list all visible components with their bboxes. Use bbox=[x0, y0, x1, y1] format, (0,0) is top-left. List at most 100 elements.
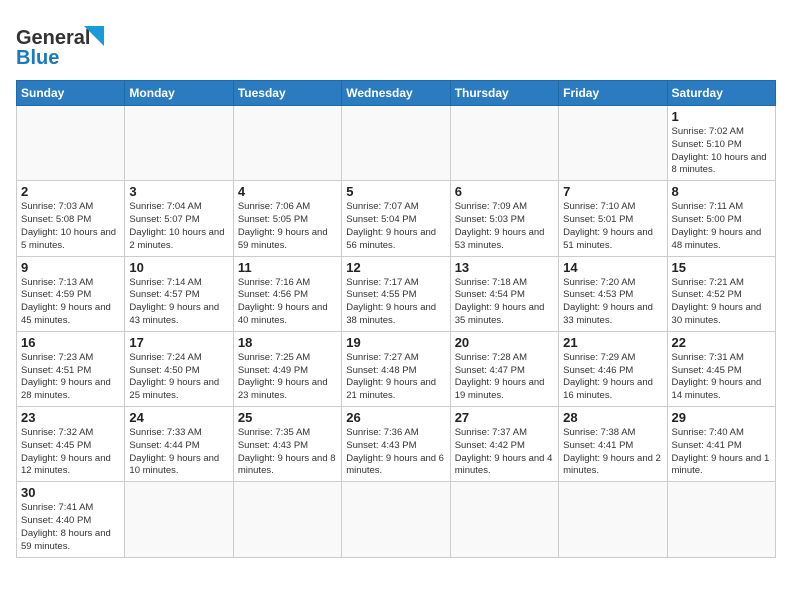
day-number: 15 bbox=[672, 260, 771, 275]
day-number: 25 bbox=[238, 410, 337, 425]
day-info: Sunrise: 7:20 AM Sunset: 4:53 PM Dayligh… bbox=[563, 277, 662, 328]
day-info: Sunrise: 7:17 AM Sunset: 4:55 PM Dayligh… bbox=[346, 277, 445, 328]
day-cell: 7 Sunrise: 7:10 AM Sunset: 5:01 PM Daylig… bbox=[559, 181, 667, 256]
day-cell: 21 Sunrise: 7:29 AM Sunset: 4:46 PM Dayli… bbox=[559, 331, 667, 406]
week-row-3: 16Sunrise: 7:23 AM Sunset: 4:51 PM Dayli… bbox=[17, 331, 776, 406]
week-row-2: 9Sunrise: 7:13 AM Sunset: 4:59 PM Daylig… bbox=[17, 256, 776, 331]
day-cell: 22 Sunrise: 7:31 AM Sunset: 4:45 PM Dayli… bbox=[667, 331, 775, 406]
day-info: Sunrise: 7:31 AM Sunset: 4:45 PM Dayligh… bbox=[672, 352, 771, 403]
weekday-monday: Monday bbox=[125, 81, 233, 106]
day-number: 16 bbox=[21, 335, 120, 350]
day-number: 19 bbox=[346, 335, 445, 350]
day-cell: 15Sunrise: 7:21 AM Sunset: 4:52 PM Dayli… bbox=[667, 256, 775, 331]
week-row-4: 23 Sunrise: 7:32 AM Sunset: 4:45 PM Dayli… bbox=[17, 407, 776, 482]
day-info: Sunrise: 7:14 AM Sunset: 4:57 PM Dayligh… bbox=[129, 277, 228, 328]
day-info: Sunrise: 7:32 AM Sunset: 4:45 PM Dayligh… bbox=[21, 427, 120, 478]
day-info: Sunrise: 7:16 AM Sunset: 4:56 PM Dayligh… bbox=[238, 277, 337, 328]
day-number: 12 bbox=[346, 260, 445, 275]
day-info: Sunrise: 7:25 AM Sunset: 4:49 PM Dayligh… bbox=[238, 352, 337, 403]
day-info: Sunrise: 7:27 AM Sunset: 4:48 PM Dayligh… bbox=[346, 352, 445, 403]
day-cell: 1 Sunrise: 7:02 AM Sunset: 5:10 PM Daylig… bbox=[667, 106, 775, 181]
day-info: Sunrise: 7:18 AM Sunset: 4:54 PM Dayligh… bbox=[455, 277, 554, 328]
day-cell: 30 Sunrise: 7:41 AM Sunset: 4:40 PM Dayli… bbox=[17, 482, 125, 557]
day-number: 23 bbox=[21, 410, 120, 425]
day-info: Sunrise: 7:37 AM Sunset: 4:42 PM Dayligh… bbox=[455, 427, 554, 478]
day-number: 26 bbox=[346, 410, 445, 425]
day-number: 28 bbox=[563, 410, 662, 425]
logo-icon: General Blue bbox=[16, 16, 104, 68]
weekday-sunday: Sunday bbox=[17, 81, 125, 106]
weekday-saturday: Saturday bbox=[667, 81, 775, 106]
day-info: Sunrise: 7:24 AM Sunset: 4:50 PM Dayligh… bbox=[129, 352, 228, 403]
day-number: 18 bbox=[238, 335, 337, 350]
day-cell: 16Sunrise: 7:23 AM Sunset: 4:51 PM Dayli… bbox=[17, 331, 125, 406]
weekday-thursday: Thursday bbox=[450, 81, 558, 106]
day-info: Sunrise: 7:09 AM Sunset: 5:03 PM Dayligh… bbox=[455, 201, 554, 252]
day-info: Sunrise: 7:03 AM Sunset: 5:08 PM Dayligh… bbox=[21, 201, 120, 252]
svg-text:Blue: Blue bbox=[16, 47, 59, 68]
day-cell bbox=[125, 482, 233, 557]
day-info: Sunrise: 7:07 AM Sunset: 5:04 PM Dayligh… bbox=[346, 201, 445, 252]
day-cell: 25 Sunrise: 7:35 AM Sunset: 4:43 PM Dayli… bbox=[233, 407, 341, 482]
day-number: 10 bbox=[129, 260, 228, 275]
day-info: Sunrise: 7:41 AM Sunset: 4:40 PM Dayligh… bbox=[21, 502, 120, 553]
week-row-1: 2 Sunrise: 7:03 AM Sunset: 5:08 PM Daylig… bbox=[17, 181, 776, 256]
day-info: Sunrise: 7:11 AM Sunset: 5:00 PM Dayligh… bbox=[672, 201, 771, 252]
day-number: 24 bbox=[129, 410, 228, 425]
day-number: 22 bbox=[672, 335, 771, 350]
day-cell: 6 Sunrise: 7:09 AM Sunset: 5:03 PM Daylig… bbox=[450, 181, 558, 256]
day-number: 7 bbox=[563, 184, 662, 199]
day-number: 29 bbox=[672, 410, 771, 425]
day-cell: 20 Sunrise: 7:28 AM Sunset: 4:47 PM Dayli… bbox=[450, 331, 558, 406]
day-cell: 18 Sunrise: 7:25 AM Sunset: 4:49 PM Dayli… bbox=[233, 331, 341, 406]
day-cell: 14 Sunrise: 7:20 AM Sunset: 4:53 PM Dayli… bbox=[559, 256, 667, 331]
svg-text:General: General bbox=[16, 27, 90, 49]
day-number: 2 bbox=[21, 184, 120, 199]
day-cell: 10 Sunrise: 7:14 AM Sunset: 4:57 PM Dayli… bbox=[125, 256, 233, 331]
day-cell: 4 Sunrise: 7:06 AM Sunset: 5:05 PM Daylig… bbox=[233, 181, 341, 256]
day-info: Sunrise: 7:36 AM Sunset: 4:43 PM Dayligh… bbox=[346, 427, 445, 478]
day-info: Sunrise: 7:29 AM Sunset: 4:46 PM Dayligh… bbox=[563, 352, 662, 403]
calendar-table: SundayMondayTuesdayWednesdayThursdayFrid… bbox=[16, 80, 776, 558]
week-row-0: 1 Sunrise: 7:02 AM Sunset: 5:10 PM Daylig… bbox=[17, 106, 776, 181]
day-info: Sunrise: 7:02 AM Sunset: 5:10 PM Dayligh… bbox=[672, 126, 771, 177]
day-cell: 5Sunrise: 7:07 AM Sunset: 5:04 PM Daylig… bbox=[342, 181, 450, 256]
day-cell: 12 Sunrise: 7:17 AM Sunset: 4:55 PM Dayli… bbox=[342, 256, 450, 331]
day-info: Sunrise: 7:06 AM Sunset: 5:05 PM Dayligh… bbox=[238, 201, 337, 252]
day-number: 20 bbox=[455, 335, 554, 350]
weekday-wednesday: Wednesday bbox=[342, 81, 450, 106]
day-number: 4 bbox=[238, 184, 337, 199]
day-cell: 17 Sunrise: 7:24 AM Sunset: 4:50 PM Dayli… bbox=[125, 331, 233, 406]
day-info: Sunrise: 7:10 AM Sunset: 5:01 PM Dayligh… bbox=[563, 201, 662, 252]
day-number: 8 bbox=[672, 184, 771, 199]
day-number: 11 bbox=[238, 260, 337, 275]
day-cell bbox=[17, 106, 125, 181]
day-cell bbox=[667, 482, 775, 557]
day-cell bbox=[233, 106, 341, 181]
day-cell: 28Sunrise: 7:38 AM Sunset: 4:41 PM Dayli… bbox=[559, 407, 667, 482]
day-cell bbox=[450, 482, 558, 557]
day-info: Sunrise: 7:28 AM Sunset: 4:47 PM Dayligh… bbox=[455, 352, 554, 403]
day-number: 1 bbox=[672, 109, 771, 124]
day-number: 17 bbox=[129, 335, 228, 350]
day-info: Sunrise: 7:13 AM Sunset: 4:59 PM Dayligh… bbox=[21, 277, 120, 328]
day-cell bbox=[342, 106, 450, 181]
weekday-header-row: SundayMondayTuesdayWednesdayThursdayFrid… bbox=[17, 81, 776, 106]
day-cell: 13Sunrise: 7:18 AM Sunset: 4:54 PM Dayli… bbox=[450, 256, 558, 331]
day-number: 14 bbox=[563, 260, 662, 275]
day-cell: 9Sunrise: 7:13 AM Sunset: 4:59 PM Daylig… bbox=[17, 256, 125, 331]
weekday-tuesday: Tuesday bbox=[233, 81, 341, 106]
day-cell: 11 Sunrise: 7:16 AM Sunset: 4:56 PM Dayli… bbox=[233, 256, 341, 331]
day-info: Sunrise: 7:35 AM Sunset: 4:43 PM Dayligh… bbox=[238, 427, 337, 478]
day-info: Sunrise: 7:04 AM Sunset: 5:07 PM Dayligh… bbox=[129, 201, 228, 252]
day-number: 30 bbox=[21, 485, 120, 500]
day-cell bbox=[450, 106, 558, 181]
day-cell bbox=[125, 106, 233, 181]
day-cell bbox=[559, 482, 667, 557]
day-cell: 23 Sunrise: 7:32 AM Sunset: 4:45 PM Dayli… bbox=[17, 407, 125, 482]
day-cell: 29Sunrise: 7:40 AM Sunset: 4:41 PM Dayli… bbox=[667, 407, 775, 482]
day-number: 21 bbox=[563, 335, 662, 350]
week-row-5: 30 Sunrise: 7:41 AM Sunset: 4:40 PM Dayli… bbox=[17, 482, 776, 557]
day-info: Sunrise: 7:33 AM Sunset: 4:44 PM Dayligh… bbox=[129, 427, 228, 478]
day-number: 6 bbox=[455, 184, 554, 199]
